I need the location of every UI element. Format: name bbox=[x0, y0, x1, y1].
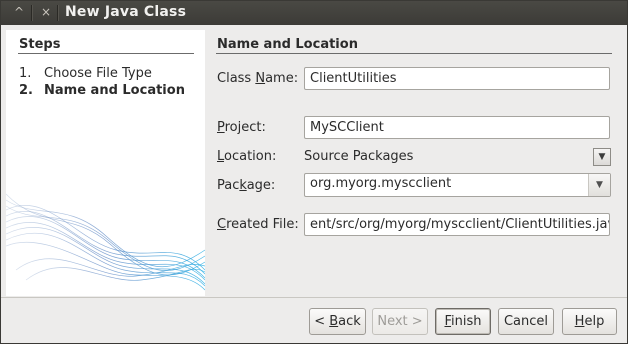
project-field[interactable]: MySCClient bbox=[304, 116, 610, 139]
package-combobox[interactable]: org.myorg.myscclient ▼ bbox=[304, 173, 611, 197]
help-button[interactable]: Help bbox=[562, 308, 617, 335]
section-divider bbox=[216, 53, 612, 54]
step-item-choose-file-type: 1. Choose File Type bbox=[19, 66, 152, 81]
location-label: Location: bbox=[217, 149, 277, 164]
step-number: 2. bbox=[19, 83, 33, 98]
class-name-input[interactable]: ClientUtilities bbox=[304, 67, 610, 90]
location-dropdown-icon[interactable]: ▼ bbox=[593, 148, 611, 166]
button-bar-divider bbox=[1, 297, 627, 298]
package-value[interactable]: org.myorg.myscclient bbox=[310, 176, 451, 191]
package-label: Package: bbox=[217, 178, 276, 193]
finish-button[interactable]: Finish bbox=[435, 308, 491, 335]
step-item-name-and-location: 2. Name and Location bbox=[19, 83, 185, 98]
minimize-icon[interactable]: ^ bbox=[10, 4, 28, 21]
title-separator bbox=[31, 5, 33, 21]
class-name-label: Class Name: bbox=[217, 71, 299, 86]
created-file-label: Created File: bbox=[217, 217, 299, 232]
new-java-class-dialog: ^ × New Java Class Steps 1. Choose File T… bbox=[0, 0, 628, 344]
window-title: New Java Class bbox=[65, 4, 187, 20]
next-button[interactable]: Next > bbox=[372, 308, 428, 335]
steps-divider bbox=[18, 53, 194, 54]
created-file-field[interactable]: ent/src/org/myorg/myscclient/ClientUtili… bbox=[304, 213, 610, 236]
section-title: Name and Location bbox=[217, 37, 358, 52]
step-number: 1. bbox=[19, 66, 32, 81]
location-value: Source Packages bbox=[304, 149, 414, 164]
close-icon[interactable]: × bbox=[37, 4, 55, 21]
title-bar: ^ × New Java Class bbox=[1, 1, 627, 25]
steps-title: Steps bbox=[19, 37, 61, 52]
back-button[interactable]: < Back bbox=[309, 308, 366, 335]
steps-panel: Steps 1. Choose File Type 2. Name and Loca… bbox=[6, 30, 205, 296]
cancel-button[interactable]: Cancel bbox=[498, 308, 554, 335]
title-separator bbox=[57, 5, 59, 21]
chevron-down-icon[interactable]: ▼ bbox=[588, 174, 610, 196]
project-label: Project: bbox=[217, 120, 266, 135]
wave-graphic-icon bbox=[6, 193, 205, 291]
step-label: Name and Location bbox=[44, 83, 185, 98]
step-label: Choose File Type bbox=[44, 66, 152, 81]
